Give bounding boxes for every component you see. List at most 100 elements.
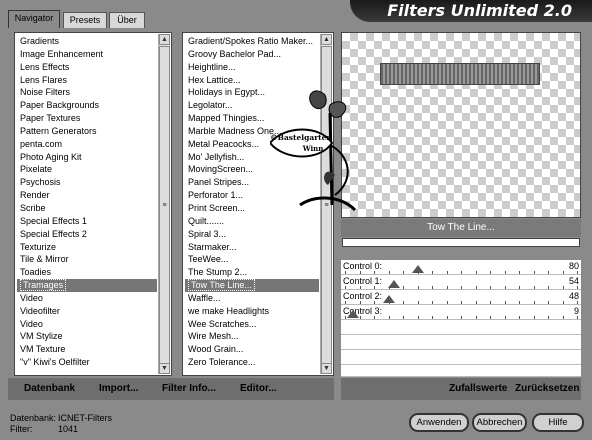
slider-tick	[504, 301, 506, 304]
filter-list-item[interactable]: Gradient/Spokes Ratio Maker...	[185, 35, 319, 48]
slider-tick	[519, 271, 520, 274]
editor-button[interactable]: Editor...	[240, 380, 277, 398]
slider-knob-icon[interactable]	[411, 265, 424, 273]
category-list-item[interactable]: Image Enhancement	[17, 48, 157, 61]
category-list-item-label: "v" Kiwi's Oelfilter	[20, 357, 90, 368]
filter-list-item-label: Perforator 1...	[188, 190, 244, 201]
category-list-item-label: Tile & Mirror	[20, 254, 69, 265]
category-list-item[interactable]: Toadies	[17, 266, 157, 279]
filter-info-button[interactable]: Filter Info...	[162, 380, 216, 398]
category-list-item-label: Paper Backgrounds	[20, 100, 100, 111]
category-list-item[interactable]: Render	[17, 189, 157, 202]
slider-knob-icon[interactable]	[347, 310, 360, 318]
status-db-label: Datenbank:	[10, 413, 57, 423]
scroll-down-icon[interactable]: ▼	[321, 363, 332, 374]
cancel-button[interactable]: Abbrechen	[472, 413, 527, 432]
slider-tick	[374, 301, 375, 304]
control-row[interactable]: Control 1: 54	[341, 275, 581, 290]
category-list-item[interactable]: Tramages	[17, 279, 157, 292]
category-list-item[interactable]: Noise Filters	[17, 86, 157, 99]
control-row[interactable]: Control 0: 80	[341, 260, 581, 275]
category-list-item[interactable]: Paper Textures	[17, 112, 157, 125]
category-list-item-label: Video	[20, 318, 43, 329]
filter-list-item-label: Gradient/Spokes Ratio Maker...	[188, 36, 314, 46]
category-list-item-label: Toadies	[20, 267, 52, 278]
scroll-down-icon[interactable]: ▼	[159, 363, 170, 374]
filter-list-item[interactable]: Wee Scratches...	[185, 318, 319, 331]
filter-list-item[interactable]: Spiral 3...	[185, 228, 319, 241]
filter-list-item[interactable]: Zero Tolerance...	[185, 356, 319, 369]
filter-list-item[interactable]: Heightline...	[185, 61, 319, 74]
random-values-button[interactable]: Zufallswerte	[449, 380, 507, 398]
category-list-item[interactable]: penta.com	[17, 138, 157, 151]
filter-list-item[interactable]: Groovy Bachelor Pad...	[185, 48, 319, 61]
slider-tick	[345, 286, 346, 289]
category-list-item[interactable]: Gradients	[17, 35, 157, 48]
category-list-item[interactable]: Pattern Generators	[17, 125, 157, 138]
slider-knob-icon[interactable]	[382, 295, 395, 303]
filter-list-item-label: Waffle...	[188, 292, 221, 303]
apply-button[interactable]: Anwenden	[409, 413, 469, 432]
status-filter-label: Filter:	[10, 424, 33, 434]
slider-tick	[475, 271, 477, 274]
tab-presets[interactable]: Presets	[63, 12, 107, 28]
slider-tick	[403, 271, 404, 274]
slider-tick	[475, 286, 477, 289]
category-list-item[interactable]: Special Effects 2	[17, 228, 157, 241]
filter-list-item[interactable]: The Stump 2...	[185, 266, 319, 279]
category-list-item[interactable]: Tile & Mirror	[17, 253, 157, 266]
slider-tick	[359, 316, 361, 319]
category-list-item[interactable]: Lens Effects	[17, 61, 157, 74]
slider-tick	[577, 301, 578, 304]
category-list-item[interactable]: VM Texture	[17, 343, 157, 356]
category-list-item[interactable]: Texturize	[17, 241, 157, 254]
category-list-item-label: Video	[20, 292, 43, 303]
filter-list-item-label: Legolator...	[188, 100, 233, 111]
import-button[interactable]: Import...	[99, 380, 138, 398]
filter-list-item[interactable]: Waffle...	[185, 292, 319, 305]
help-button[interactable]: Hilfe	[532, 413, 584, 432]
filter-list-item-label: Panel Stripes...	[188, 177, 250, 188]
category-list-item[interactable]: Photo Aging Kit	[17, 151, 157, 164]
slider-tick	[562, 271, 564, 274]
category-list-item[interactable]: "v" Kiwi's Oelfilter	[17, 356, 157, 369]
category-list-item[interactable]: Videofilter	[17, 305, 157, 318]
category-list-item[interactable]: Psychosis	[17, 176, 157, 189]
control-row[interactable]: Control 2: 48	[341, 290, 581, 305]
category-list-item[interactable]: Video	[17, 292, 157, 305]
filter-list-item-label: Tow The Line...	[188, 279, 255, 292]
filter-list-item[interactable]: Quilt.......	[185, 215, 319, 228]
filter-list-item[interactable]: we make Headlights	[185, 305, 319, 318]
category-list-item-label: Image Enhancement	[20, 48, 104, 59]
scroll-thumb[interactable]: ≡	[159, 46, 170, 364]
category-list-item-label: Lens Flares	[20, 74, 68, 85]
scroll-up-icon[interactable]: ▲	[321, 34, 332, 45]
status-filter-value: 1041	[58, 424, 79, 434]
slider-tick	[519, 316, 520, 319]
category-list-item[interactable]: Video	[17, 318, 157, 331]
category-list-item[interactable]: Pixelate	[17, 163, 157, 176]
reset-button[interactable]: Zurücksetzen	[515, 380, 579, 398]
category-list-item[interactable]: Lens Flares	[17, 74, 157, 87]
category-list-item[interactable]: VM Stylize	[17, 330, 157, 343]
tab-ueber[interactable]: Über	[109, 12, 145, 28]
filter-list-item[interactable]: Starmaker...	[185, 241, 319, 254]
slider-knob-icon[interactable]	[388, 280, 401, 288]
datenbank-button[interactable]: Datenbank	[24, 380, 75, 398]
slider-tick	[461, 286, 462, 289]
slider-tick	[403, 316, 404, 319]
control-label: Control 1:	[343, 276, 383, 286]
filter-list-item[interactable]: Wire Mesh...	[185, 330, 319, 343]
category-list-item[interactable]: Scribe	[17, 202, 157, 215]
category-list-item[interactable]: Special Effects 1	[17, 215, 157, 228]
filter-list-item[interactable]: Wood Grain...	[185, 343, 319, 356]
category-list-item[interactable]: Paper Backgrounds	[17, 99, 157, 112]
filter-list-item[interactable]: TeeWee...	[185, 253, 319, 266]
filter-list-item[interactable]: Tow The Line...	[185, 279, 319, 292]
category-scrollbar[interactable]: ▲ ≡ ▼	[158, 34, 170, 374]
scroll-up-icon[interactable]: ▲	[159, 34, 170, 45]
filter-list-item-label: Mapped Thingies...	[188, 113, 265, 124]
tab-navigator[interactable]: Navigator	[8, 10, 60, 28]
preview-canvas[interactable]	[341, 32, 581, 218]
control-row[interactable]: Control 3: 9	[341, 305, 581, 320]
